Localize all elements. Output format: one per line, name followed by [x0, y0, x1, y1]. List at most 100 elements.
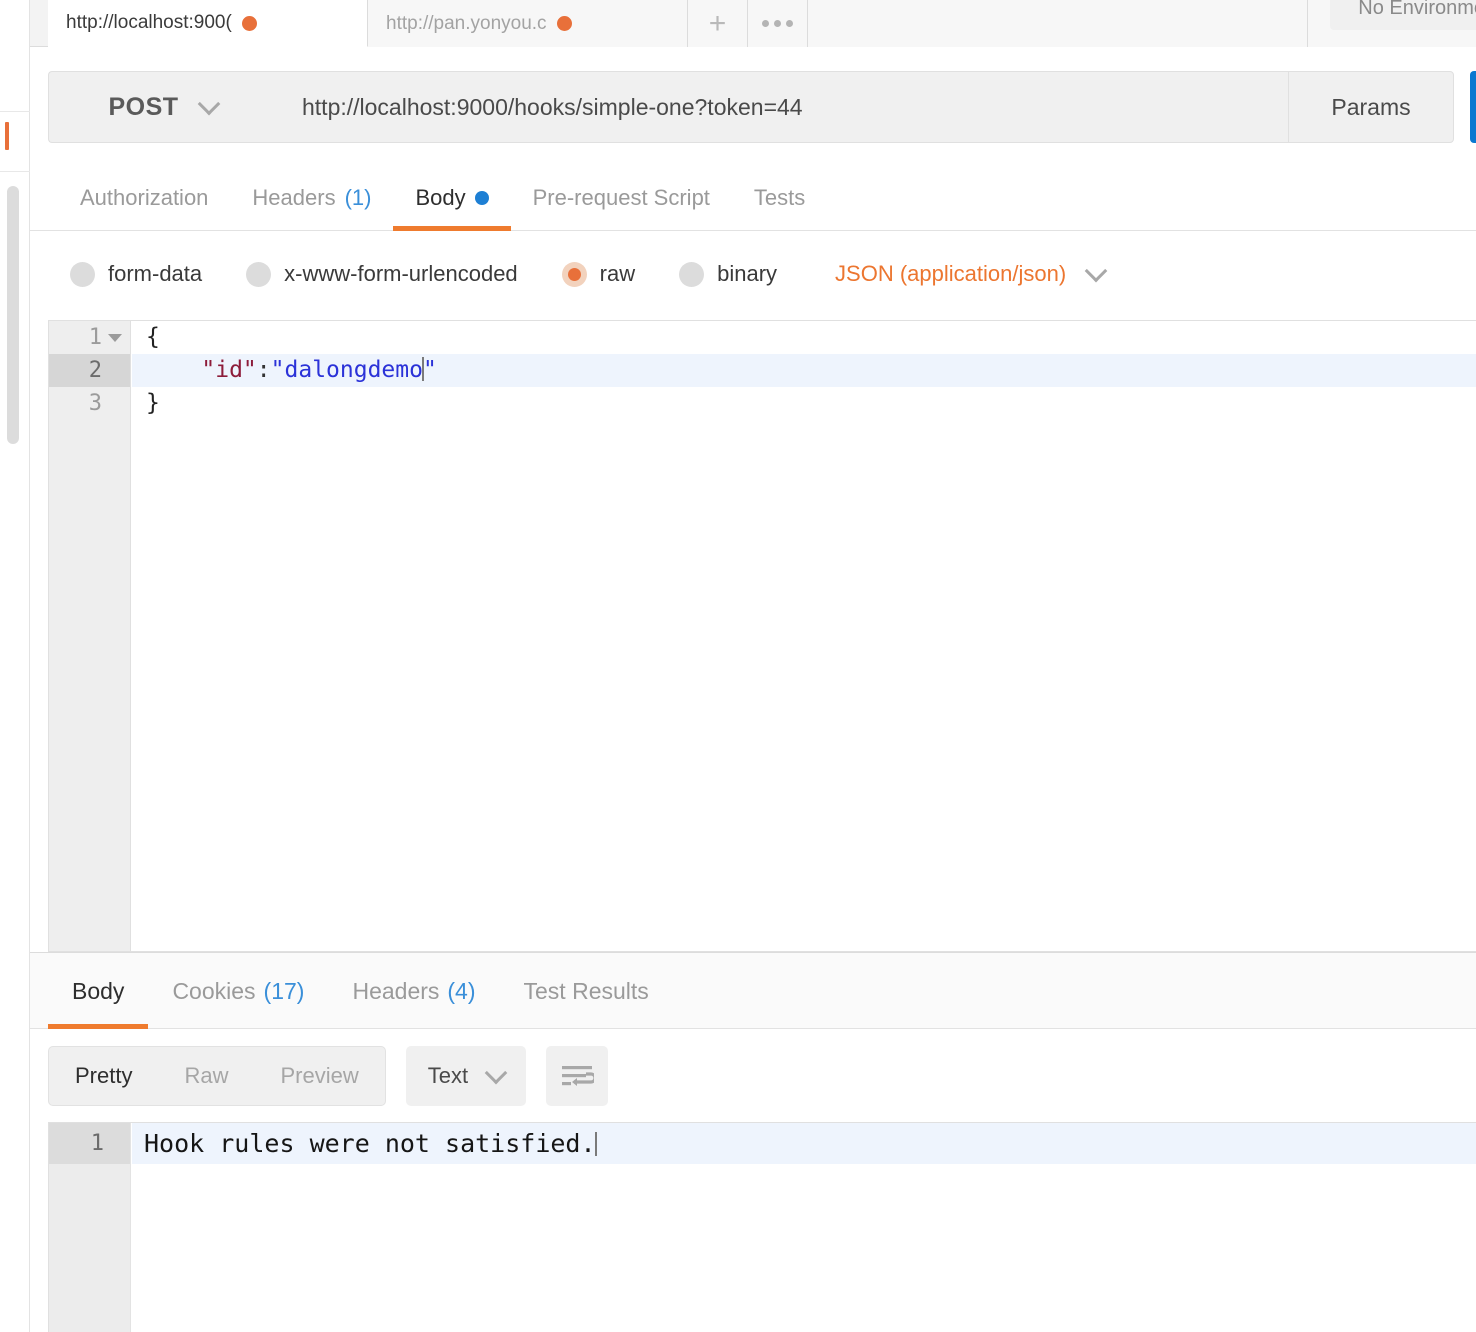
tab-authorization[interactable]: Authorization — [58, 165, 230, 231]
view-mode-raw[interactable]: Raw — [158, 1047, 254, 1105]
wrap-lines-button[interactable] — [546, 1046, 609, 1106]
response-tab-body[interactable]: Body — [48, 953, 149, 1029]
body-type-form-data[interactable]: form-data — [70, 261, 202, 287]
sidebar-scrollbar[interactable] — [7, 186, 19, 444]
postman-window: http://localhost:900( http://pan.yonyou.… — [0, 0, 1476, 1332]
tab-body-label: Body — [415, 185, 466, 210]
request-tab-0-title: http://localhost:900( — [66, 12, 232, 33]
rail-section-top — [0, 0, 30, 112]
chevron-down-icon — [197, 92, 220, 115]
response-panel: Body Cookies (17) Headers (4) Test Resul… — [30, 952, 1476, 1332]
tab-headers[interactable]: Headers (1) — [230, 165, 393, 231]
environment-label: No Environment — [1358, 0, 1476, 19]
radio-icon[interactable] — [679, 261, 705, 287]
response-tab-cookies[interactable]: Cookies (17) — [148, 953, 328, 1029]
response-format-selector[interactable]: Text — [405, 1046, 527, 1106]
code-line-2-colon: : — [256, 357, 271, 383]
body-type-form-data-label: form-data — [108, 261, 203, 286]
environment-divider — [1307, 0, 1308, 47]
radio-icon[interactable] — [70, 261, 95, 287]
sidebar-scrollbar-thumb[interactable] — [7, 186, 19, 444]
response-tab-headers-count: (4) — [447, 977, 476, 1004]
response-body-text: Hook rules were not satisfied. — [144, 1129, 596, 1158]
url-input-value: http://localhost:9000/hooks/simple-one?t… — [302, 93, 803, 120]
content-type-label: JSON (application/json) — [835, 261, 1067, 286]
gutter-line-1-number: 1 — [88, 325, 102, 350]
url-input[interactable]: http://localhost:9000/hooks/simple-one?t… — [276, 71, 1288, 143]
unsaved-dot-icon[interactable] — [241, 15, 257, 31]
chevron-down-icon — [1084, 259, 1108, 282]
response-tab-headers-label: Headers — [352, 977, 440, 1004]
request-body-editor[interactable]: 1 2 3 { "id":"dalongdemo" } — [48, 320, 1476, 952]
tab-headers-label: Headers — [252, 185, 336, 210]
response-view-mode-group: Pretty Raw Preview — [48, 1046, 386, 1106]
new-tab-button[interactable]: + — [688, 0, 748, 47]
tab-tests[interactable]: Tests — [732, 165, 827, 231]
body-type-binary[interactable]: binary — [679, 261, 777, 287]
response-tab-test-results-label: Test Results — [523, 977, 649, 1004]
unsaved-dot-icon[interactable] — [556, 16, 572, 31]
response-editor-gutter: 1 — [49, 1123, 131, 1332]
request-editor-gutter: 1 2 3 — [49, 321, 131, 951]
request-tab-1-title: http://pan.yonyou.c — [386, 12, 547, 34]
body-type-urlencoded[interactable]: x-www-form-urlencoded — [246, 261, 518, 287]
response-tab-cookies-count: (17) — [263, 977, 305, 1004]
response-tab-test-results[interactable]: Test Results — [500, 953, 673, 1029]
response-tab-body-label: Body — [72, 977, 125, 1004]
body-type-raw-label: raw — [599, 261, 636, 286]
tab-tests-label: Tests — [753, 185, 806, 210]
code-line-2-indent — [146, 357, 201, 383]
response-section-tabs: Body Cookies (17) Headers (4) Test Resul… — [30, 953, 1476, 1029]
response-tab-cookies-label: Cookies — [172, 977, 256, 1004]
method-label: POST — [108, 92, 179, 121]
gutter-line-3: 3 — [88, 391, 102, 416]
radio-selected-icon[interactable] — [561, 261, 587, 287]
response-toolbar: Pretty Raw Preview Text — [30, 1030, 1476, 1122]
gutter-line-2: 2 — [49, 354, 130, 387]
request-section-tabs: Authorization Headers (1) Body Pre-reque… — [30, 165, 1476, 231]
response-body-editor[interactable]: 1 Hook rules were not satisfied. — [48, 1122, 1476, 1332]
request-tab-1[interactable]: http://pan.yonyou.c — [368, 0, 688, 47]
tab-options-button[interactable] — [748, 0, 808, 47]
view-mode-preview[interactable]: Preview — [254, 1047, 384, 1105]
view-mode-pretty[interactable]: Pretty — [49, 1047, 158, 1105]
gutter-line-1: 1 — [49, 321, 130, 354]
body-modified-dot-icon — [474, 191, 489, 205]
response-code-line-1: Hook rules were not satisfied. — [132, 1123, 1476, 1164]
method-selector[interactable]: POST — [48, 71, 276, 143]
response-code-area[interactable]: Hook rules were not satisfied. — [132, 1123, 1476, 1332]
body-type-row: form-data x-www-form-urlencoded raw bina… — [30, 231, 1476, 317]
response-format-label: Text — [427, 1063, 469, 1088]
environment-selector[interactable]: No Environment — [1330, 0, 1476, 30]
tab-pre-request-script-label: Pre-request Script — [532, 185, 710, 210]
code-line-2-quote-open: " — [270, 357, 285, 383]
fold-triangle-icon[interactable] — [108, 334, 122, 342]
text-caret — [594, 1132, 597, 1156]
response-gutter-line-1: 1 — [49, 1123, 130, 1164]
code-line-1: { — [146, 324, 160, 350]
tab-pre-request-script[interactable]: Pre-request Script — [511, 165, 732, 231]
body-type-raw[interactable]: raw — [561, 261, 636, 287]
rail-active-marker — [5, 122, 9, 150]
wrap-lines-icon — [562, 1066, 595, 1086]
radio-icon[interactable] — [246, 261, 272, 287]
response-tab-headers[interactable]: Headers (4) — [328, 953, 499, 1029]
body-type-urlencoded-label: x-www-form-urlencoded — [284, 261, 518, 286]
url-bar-row: POST http://localhost:9000/hooks/simple-… — [30, 47, 1476, 165]
plus-icon: + — [708, 6, 727, 40]
request-code-area[interactable]: { "id":"dalongdemo" } — [132, 321, 1476, 951]
left-sidebar-rail — [0, 0, 30, 1332]
send-button[interactable] — [1470, 71, 1476, 143]
tab-body[interactable]: Body — [393, 165, 511, 231]
params-button-label: Params — [1331, 93, 1411, 120]
code-line-2-value: dalongdemo — [284, 357, 423, 383]
request-tab-0[interactable]: http://localhost:900( — [48, 0, 368, 47]
content-type-selector[interactable]: JSON (application/json) — [835, 259, 1108, 287]
request-tab-strip: http://localhost:900( http://pan.yonyou.… — [30, 0, 1476, 47]
code-line-3: } — [146, 390, 160, 416]
params-button[interactable]: Params — [1288, 71, 1454, 143]
tab-authorization-label: Authorization — [80, 185, 209, 210]
tab-headers-count: (1) — [344, 185, 372, 210]
code-line-2-key: "id" — [201, 357, 257, 383]
chevron-down-icon — [484, 1061, 508, 1084]
